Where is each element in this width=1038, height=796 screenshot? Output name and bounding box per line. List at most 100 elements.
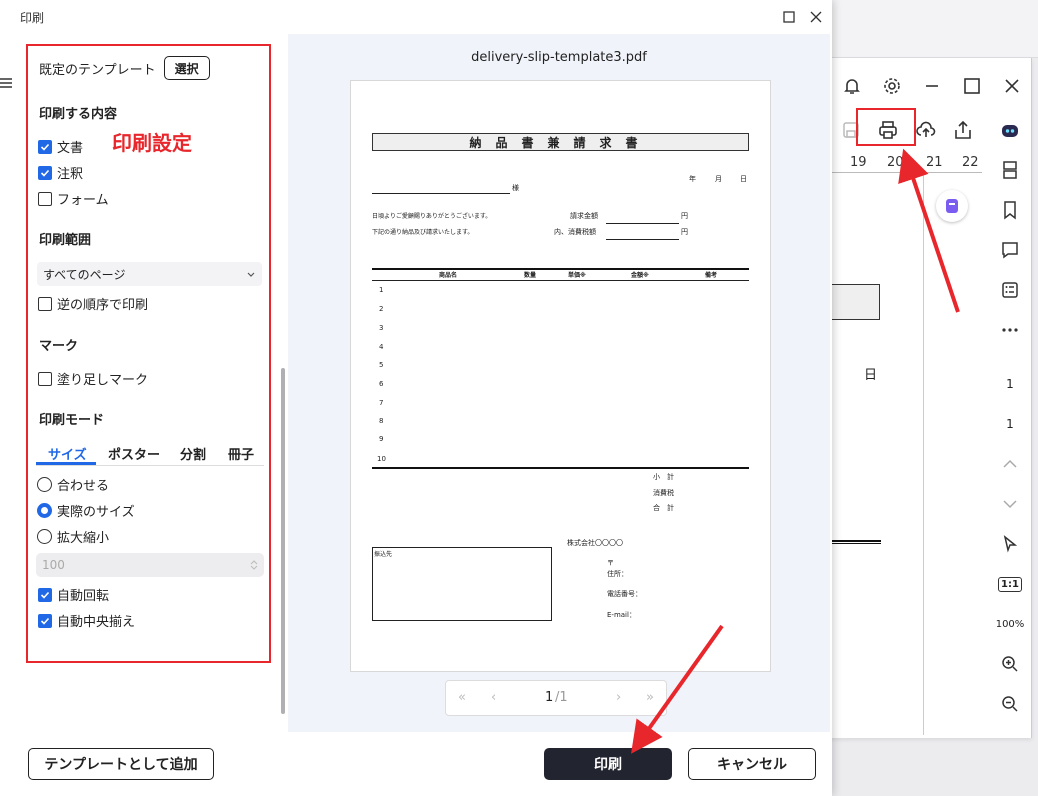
last-page-icon[interactable]: » — [646, 690, 654, 705]
print-button[interactable]: 印刷 — [544, 748, 672, 780]
pages-icon[interactable] — [996, 156, 1024, 184]
right-sidebar: 1 1 1:1 100% — [988, 108, 1032, 738]
date-year: 年 — [689, 175, 696, 183]
honorific: 様 — [512, 184, 519, 192]
minimize-icon[interactable] — [912, 66, 952, 106]
bookmark-icon[interactable] — [996, 196, 1024, 224]
tab-split[interactable]: 分割 — [180, 444, 206, 463]
gear-icon[interactable] — [872, 66, 912, 106]
recipient-line — [372, 193, 510, 194]
settings-scrollbar[interactable] — [281, 368, 285, 714]
date-month: 月 — [715, 175, 722, 183]
content-heading: 印刷する内容 — [39, 107, 118, 122]
auto-center-row[interactable]: 自動中央揃え — [38, 611, 135, 630]
ruler: 19 20 21 22 — [832, 155, 982, 173]
bleed-marks-checkbox[interactable] — [38, 371, 52, 386]
more-icon[interactable] — [996, 316, 1024, 344]
row-number: 6 — [379, 380, 384, 388]
scale-radio[interactable] — [37, 529, 52, 544]
close-window-icon[interactable] — [992, 66, 1032, 106]
annotation-label: 注釈 — [57, 167, 84, 182]
mode-heading: 印刷モード — [39, 413, 105, 428]
prev-page-icon[interactable]: ‹ — [491, 690, 496, 705]
maximize-icon[interactable] — [952, 66, 992, 106]
row-number: 9 — [379, 435, 384, 443]
close-icon[interactable] — [805, 6, 827, 28]
date-day: 日 — [740, 175, 747, 183]
column-header: 商品名 — [439, 272, 458, 279]
scale-input[interactable]: 100 — [36, 553, 264, 577]
row-number: 2 — [379, 305, 384, 313]
chevron-up-icon[interactable] — [996, 450, 1024, 478]
fit-radio-row[interactable]: 合わせる — [37, 475, 109, 494]
chevron-down-icon[interactable] — [996, 490, 1024, 518]
bell-icon[interactable] — [832, 66, 872, 106]
bank-box: 振込先 — [372, 547, 552, 621]
auto-center-label: 自動中央揃え — [57, 615, 136, 630]
ai-assistant-button[interactable] — [936, 190, 968, 222]
row-number: 5 — [379, 361, 384, 369]
reverse-order-checkbox[interactable] — [38, 296, 52, 311]
first-page-icon[interactable]: « — [458, 690, 466, 705]
stepper-icon[interactable] — [250, 559, 258, 571]
background-document — [832, 175, 924, 735]
auto-center-checkbox[interactable] — [38, 613, 52, 628]
add-template-button[interactable]: テンプレートとして追加 — [28, 748, 214, 780]
tab-size[interactable]: サイズ — [48, 444, 87, 463]
form-list-icon[interactable] — [996, 276, 1024, 304]
scale-radio-row[interactable]: 拡大縮小 — [37, 527, 109, 546]
zoom-level[interactable]: 100% — [992, 610, 1028, 638]
tab-booklet[interactable]: 冊子 — [228, 444, 254, 463]
auto-rotate-row[interactable]: 自動回転 — [38, 585, 109, 604]
form-label: フォーム — [57, 193, 109, 208]
document-checkbox[interactable] — [38, 139, 52, 154]
reverse-order-row[interactable]: 逆の順序で印刷 — [38, 294, 148, 313]
fit-radio[interactable] — [37, 477, 52, 492]
form-checkbox-row[interactable]: フォーム — [38, 189, 109, 208]
annotation-checkbox-row[interactable]: 注釈 — [38, 163, 83, 182]
assistant-robot-icon[interactable] — [996, 116, 1024, 144]
postal-mark: 〒 — [607, 559, 614, 567]
current-page-field[interactable]: 1 — [994, 370, 1026, 398]
bank-label: 振込先 — [374, 551, 393, 558]
row-number: 4 — [379, 343, 384, 351]
actual-size-radio[interactable] — [37, 503, 52, 518]
ruler-mark: 19 — [850, 155, 867, 170]
background-document-line — [832, 540, 881, 544]
annotation-checkbox[interactable] — [38, 165, 52, 180]
fit-label: 合わせる — [57, 479, 110, 494]
current-page[interactable]: 1 — [545, 690, 553, 705]
preview-page: 納品書兼請求書 年 月 日 様 日頃よりご愛顧賜りありがとうございます。 下記の… — [350, 80, 771, 672]
page-range-dropdown[interactable]: すべてのページ — [37, 262, 262, 286]
tax-line — [606, 239, 679, 240]
document-checkbox-row[interactable]: 文書 — [38, 137, 83, 156]
select-cursor-icon[interactable] — [996, 530, 1024, 558]
bleed-marks-row[interactable]: 塗り足しマーク — [38, 369, 148, 388]
table-bottom-line — [372, 467, 749, 469]
comment-icon[interactable] — [996, 236, 1024, 264]
tab-poster[interactable]: ポスター — [108, 444, 160, 463]
auto-rotate-checkbox[interactable] — [38, 587, 52, 602]
actual-size-radio-row[interactable]: 実際のサイズ — [37, 501, 135, 520]
next-page-icon[interactable]: › — [616, 690, 621, 705]
row-number: 3 — [379, 324, 384, 332]
ruler-mark: 22 — [962, 155, 979, 170]
settings-annotation: 印刷設定 — [112, 131, 192, 155]
select-template-button[interactable]: 選択 — [163, 56, 210, 80]
cancel-button[interactable]: キャンセル — [688, 748, 816, 780]
subtotal-label: 小 計 — [653, 473, 674, 481]
background-document-box — [832, 284, 880, 320]
print-icon-highlight — [856, 108, 916, 146]
bleed-marks-label: 塗り足しマーク — [57, 373, 149, 388]
actual-size-button[interactable]: 1:1 — [996, 570, 1024, 598]
maximize-icon[interactable] — [778, 6, 800, 28]
marks-heading: マーク — [39, 339, 79, 354]
form-checkbox[interactable] — [38, 191, 52, 206]
menu-icon[interactable] — [0, 76, 12, 90]
page-navigator: « ‹ 1 /1 › » — [445, 680, 667, 716]
zoom-out-icon[interactable] — [996, 690, 1024, 718]
share-icon[interactable] — [948, 115, 978, 145]
column-header: 単価※ — [568, 272, 586, 279]
zoom-in-icon[interactable] — [996, 650, 1024, 678]
dialog-title: 印刷 — [20, 11, 45, 25]
